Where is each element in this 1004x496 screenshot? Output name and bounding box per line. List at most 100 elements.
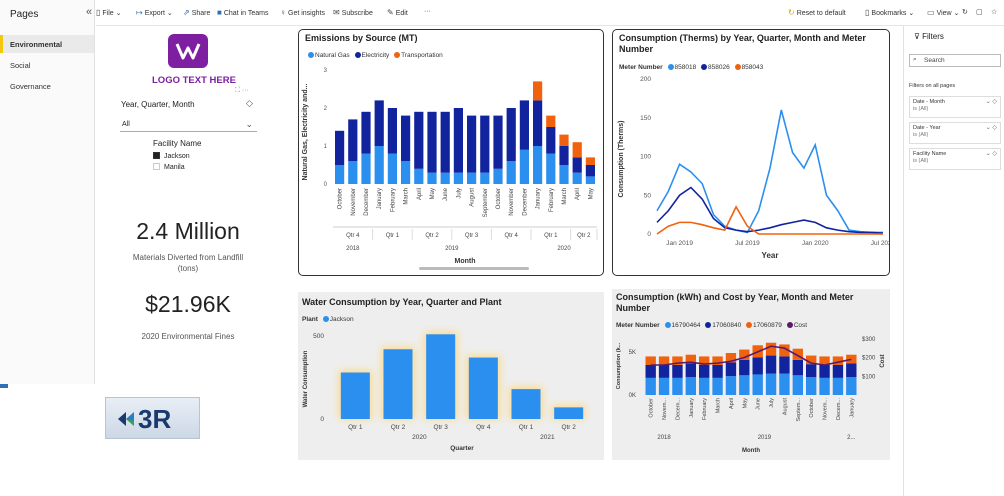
reset-to-default-button[interactable]: ↻ Reset to default — [788, 8, 846, 17]
view-menu[interactable]: ▭ View ⌄ — [927, 8, 959, 17]
year-label: 2... — [847, 435, 856, 441]
x-tick-label: April — [575, 188, 581, 200]
x-tick-label: Jan 2020 — [802, 240, 829, 247]
collapse-pages-icon[interactable]: « — [86, 6, 92, 18]
kpi-environmental-fines: $21.96K — [145, 291, 231, 317]
y-tick-label: 100 — [640, 154, 651, 161]
facility-slicer-title: Facility Name — [153, 139, 202, 148]
emissions-legend: Natural Gas Electricity Transportation — [305, 52, 443, 59]
x-tick-label: Novem... — [662, 398, 668, 420]
clear-selections-icon[interactable]: ◇ — [246, 98, 253, 109]
line-meter-858018 — [656, 109, 883, 234]
bar-meter-17060840 — [752, 357, 763, 375]
bar-meter-17060840 — [792, 359, 803, 376]
meter-16790464-dot — [664, 322, 671, 328]
y-tick-label: 1 — [324, 144, 328, 150]
bar-electricity — [585, 165, 595, 177]
bar-meter-16790464 — [712, 377, 723, 395]
bookmark-icon: ▯ — [865, 8, 870, 17]
y-tick-label: 200 — [640, 76, 651, 83]
year-label: 2021 — [540, 434, 555, 441]
meter-17060840-dot — [705, 322, 712, 328]
bar-electricity — [533, 100, 543, 146]
chevron-down-icon[interactable]: ⌄ ◇ — [986, 99, 997, 106]
cost-dot — [786, 322, 793, 328]
x-tick-label: November — [351, 188, 357, 216]
x-tick-label: Qtr 1 — [348, 424, 363, 431]
filter-card-date-month[interactable]: Date - Month is (All) ⌄ ◇ — [909, 96, 1001, 118]
chevron-down-icon[interactable]: ⌄ ◇ — [986, 125, 997, 132]
chevron-down-icon[interactable]: ⌄ ◇ — [986, 151, 997, 158]
x-tick-label: Qtr 3 — [433, 424, 448, 431]
refresh-icon[interactable]: ↻ — [962, 8, 968, 16]
meter-17060879-dot — [746, 322, 752, 328]
favorite-icon[interactable]: ☆ — [991, 8, 997, 16]
filters-title: ⊽ Filters — [914, 32, 944, 41]
bar-meter-16790464 — [765, 373, 777, 395]
y-tick-label: 0 — [320, 416, 324, 423]
view-icon: ▭ — [927, 8, 935, 17]
facility-option-jackson[interactable]: Jackson — [153, 152, 190, 160]
therms-chart-panel[interactable]: Consumption (Therms) by Year, Quarter, M… — [612, 29, 890, 276]
bar-electricity — [427, 111, 437, 173]
transportation-dot — [394, 52, 401, 58]
company-logo — [168, 34, 208, 68]
water-chart-panel[interactable]: Water Consumption by Year, Quarter and P… — [298, 292, 604, 460]
y-tick-label: 50 — [644, 192, 652, 199]
y-tick-label: 150 — [640, 115, 651, 122]
y-axis-title: Water Consumption — [303, 350, 309, 407]
share-button[interactable]: ⇗ Share — [183, 8, 210, 17]
therms-legend: Meter Number 858018 858026 858043 — [619, 64, 764, 71]
kwh-chart-title: Consumption (kWh) and Cost by Year, Mont… — [616, 292, 854, 313]
year-quarter-month-dropdown[interactable]: All ⌄ — [120, 118, 257, 132]
reset-icon: ↻ — [788, 8, 795, 17]
bar-meter-17060840 — [779, 356, 790, 374]
quarter-label: Qtr 2 — [425, 233, 439, 239]
bar-meter-17060840 — [672, 365, 683, 378]
comment-icon[interactable]: ▢ — [976, 8, 983, 16]
bar-meter-17060879 — [645, 356, 656, 365]
filter-card-date-year[interactable]: Date - Year is (All) ⌄ ◇ — [909, 122, 1001, 144]
kpi-materials-diverted: 2.4 Million — [136, 218, 240, 244]
kwh-chart-panel[interactable]: Consumption (kWh) and Cost by Year, Mont… — [612, 289, 890, 460]
export-menu[interactable]: ↦ Export ⌄ — [136, 8, 173, 17]
x-tick-label: Qtr 4 — [476, 424, 491, 431]
3r-logo: 3R — [105, 397, 200, 439]
x-axis-title: Year — [762, 251, 779, 260]
y2-tick-label: $200 — [862, 356, 876, 362]
more-options-button[interactable]: ··· — [424, 8, 431, 15]
filters-search-input[interactable]: ⌕ Search — [909, 54, 1001, 67]
facility-option-manila[interactable]: Manila — [153, 163, 185, 171]
chat-in-teams-button[interactable]: ■ Chat in Teams — [217, 8, 268, 17]
x-tick-label: June — [443, 187, 449, 201]
checkbox-checked-icon[interactable] — [153, 152, 160, 159]
bar-natural-gas — [467, 172, 477, 184]
y2-tick-label: $300 — [862, 337, 876, 343]
page-item-environmental[interactable]: Environmental — [0, 35, 94, 53]
filter-card-facility-name[interactable]: Facility Name is (All) ⌄ ◇ — [909, 148, 1001, 170]
x-tick-label: January — [536, 188, 542, 209]
x-tick-label: February — [702, 398, 708, 420]
bar-natural-gas — [414, 168, 424, 184]
kwh-chart-svg: 0K 5K $100 $200 $300 Consumption (k... Cost Oct… — [616, 337, 886, 454]
x-tick-label: July — [769, 398, 775, 408]
page-item-social[interactable]: Social — [0, 56, 94, 74]
checkbox-icon[interactable] — [153, 163, 160, 170]
bookmarks-menu[interactable]: ▯ Bookmarks ⌄ — [865, 8, 914, 17]
get-insights-button[interactable]: ♀ Get insights — [280, 8, 325, 17]
page-item-governance[interactable]: Governance — [0, 77, 94, 95]
file-menu[interactable]: ▯ File ⌄ — [96, 8, 122, 17]
natural-gas-dot — [308, 52, 314, 58]
visual-header-icons[interactable]: ⛶ ··· — [235, 87, 249, 95]
x-tick-label: June — [756, 398, 762, 410]
subscribe-button[interactable]: ✉ Subscribe — [333, 8, 373, 17]
y-tick-label: 0 — [647, 231, 651, 238]
x-tick-label: July — [456, 188, 462, 199]
emissions-chart-panel[interactable]: Emissions by Source (MT) Natural Gas Ele… — [298, 29, 604, 276]
bar-transportation — [559, 134, 569, 146]
toolbar: ▯ File ⌄ ↦ Export ⌄ ⇗ Share ■ Chat in Teams … — [96, 0, 1004, 26]
bar-meter-17060879 — [846, 354, 857, 364]
bar-natural-gas — [387, 153, 397, 184]
edit-button[interactable]: ✎ Edit — [387, 8, 408, 17]
file-icon: ▯ — [96, 8, 101, 17]
